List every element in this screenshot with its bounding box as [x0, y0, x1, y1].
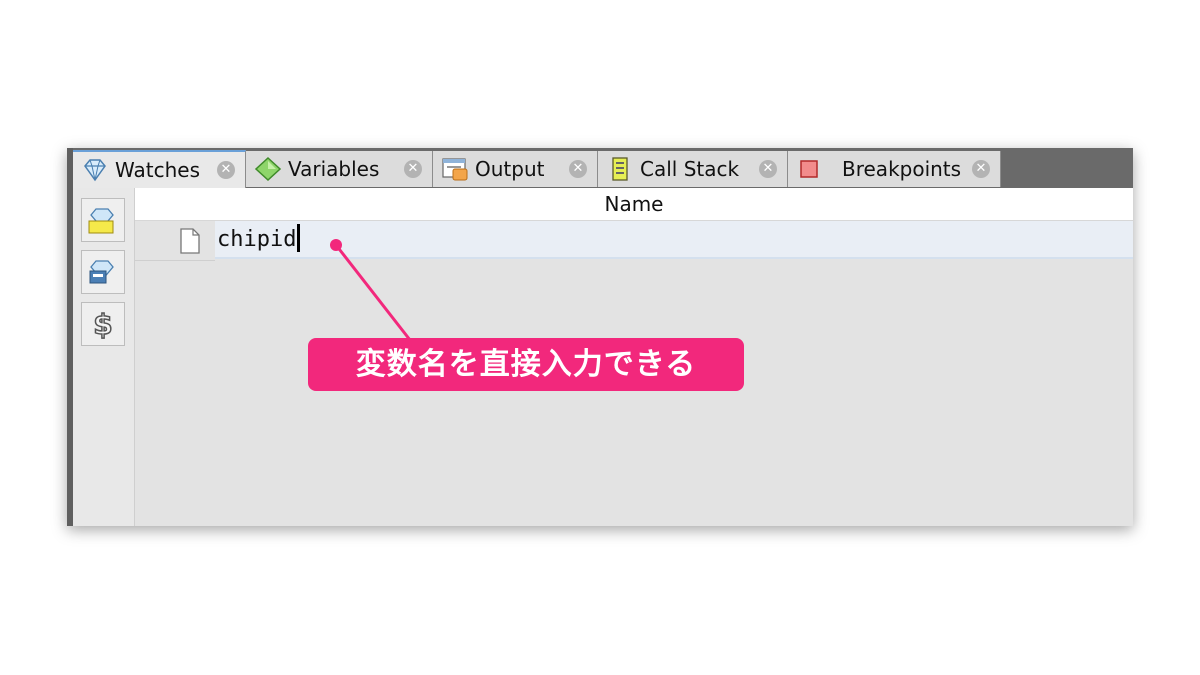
annotation-callout: 変数名を直接入力できる — [308, 338, 744, 391]
